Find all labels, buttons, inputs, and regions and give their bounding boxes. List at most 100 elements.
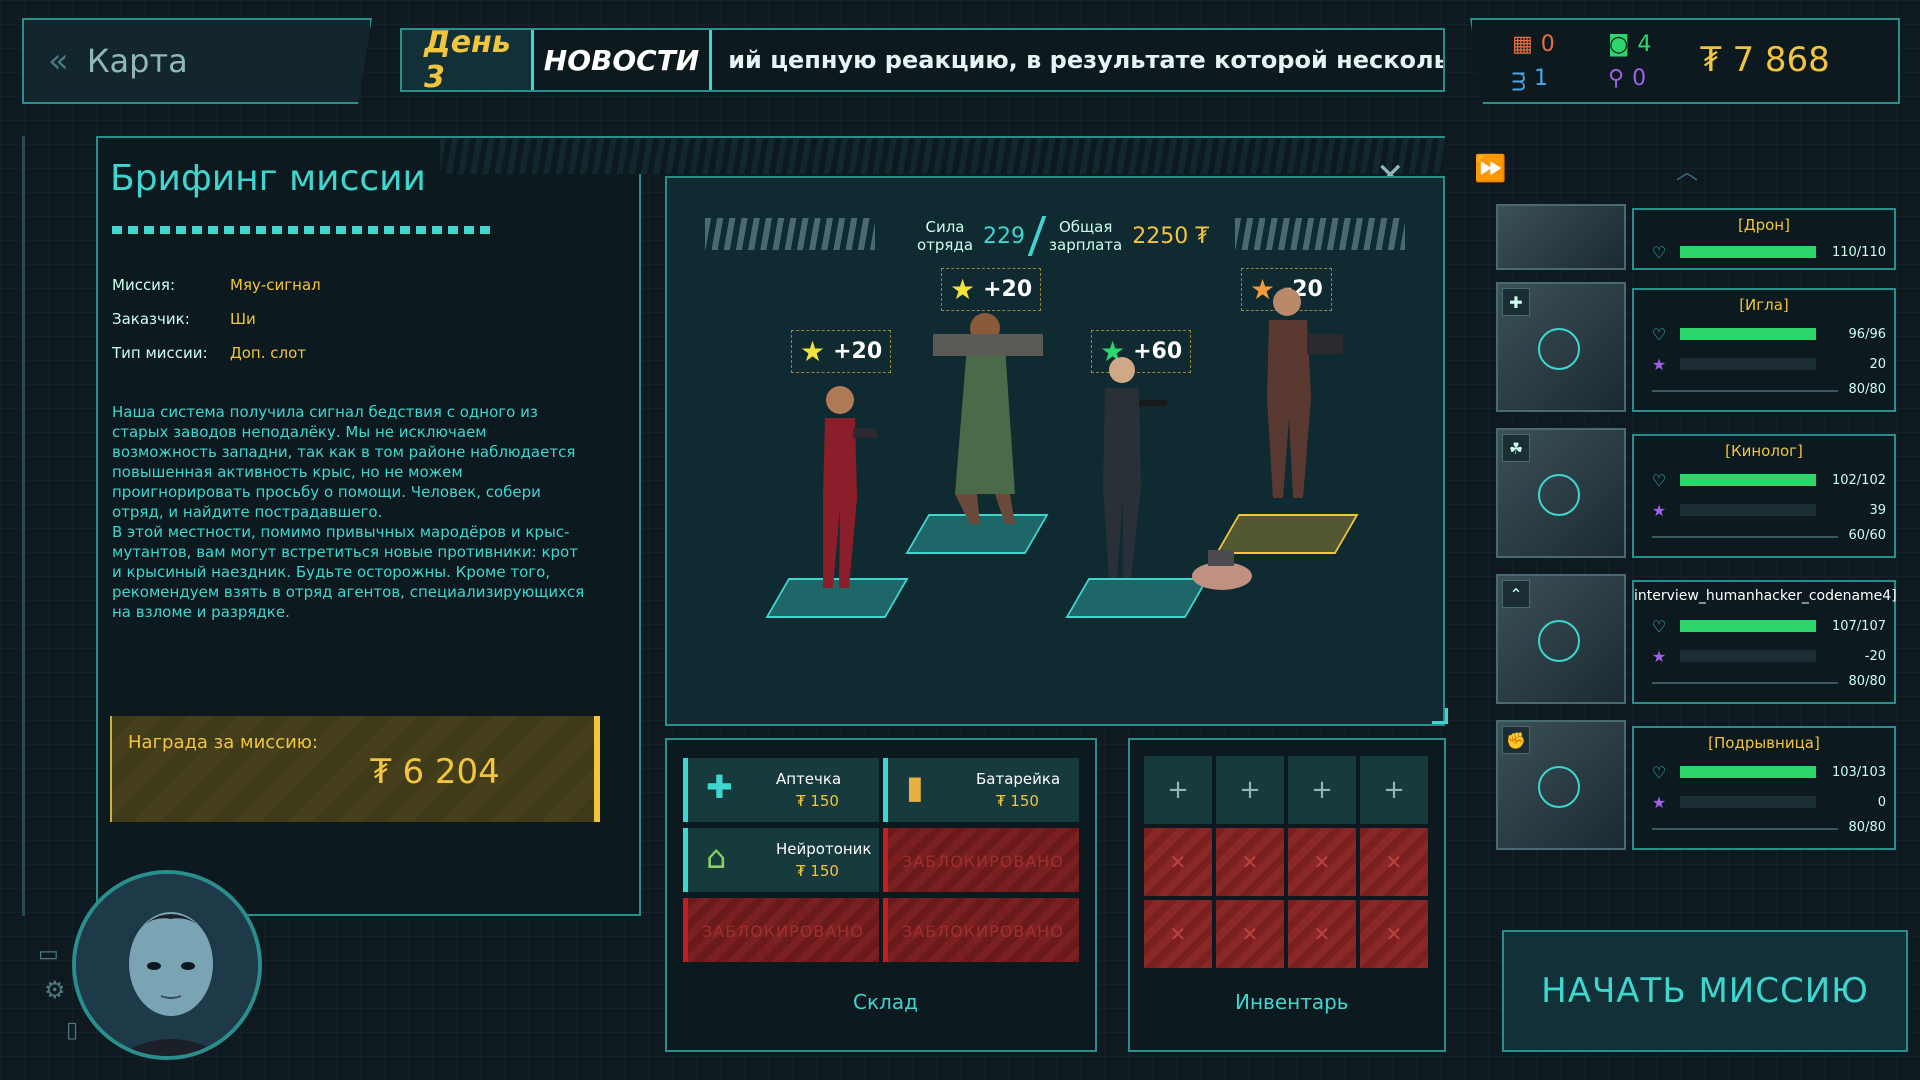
inventory-slot-blocked: ✕ xyxy=(1216,828,1284,896)
back-to-map-button[interactable]: « Карта xyxy=(22,18,372,104)
client-value: Ши xyxy=(230,310,256,328)
resource-1-value: 0 xyxy=(1540,32,1555,57)
agent-card-dog-handler[interactable]: ☘ [Кинолог] ♡ 102/102 ★ 39 60/60 xyxy=(1496,428,1896,562)
title-divider xyxy=(112,226,492,234)
inventory-slot-empty[interactable]: + xyxy=(1360,756,1428,824)
target-ring-icon xyxy=(1538,474,1580,516)
inventory-slot-empty[interactable]: + xyxy=(1216,756,1284,824)
settings-gear-icon[interactable]: ⚙ xyxy=(44,976,66,1004)
start-mission-button[interactable]: НАЧАТЬ МИССИЮ xyxy=(1502,930,1908,1052)
hp-bar xyxy=(1680,474,1816,486)
inventory-panel: + + + + ✕ ✕ ✕ ✕ ✕ ✕ ✕ ✕ Инвентарь xyxy=(1128,738,1446,1052)
chevron-up-class-icon: ⌃ xyxy=(1502,580,1530,608)
inventory-label: Инвентарь xyxy=(1235,990,1349,1014)
xp-bar xyxy=(1652,536,1838,538)
client-label: Заказчик: xyxy=(112,310,190,328)
fast-forward-icon[interactable]: ⏩ xyxy=(1474,154,1506,184)
inventory-slot-blocked: ✕ xyxy=(1144,828,1212,896)
agent-name: interview_humanhacker_codename4] xyxy=(1634,588,1897,604)
client-row: Заказчик: Ши xyxy=(112,310,256,328)
inventory-slot-empty[interactable]: + xyxy=(1288,756,1356,824)
target-ring-icon xyxy=(1538,620,1580,662)
advisor-portrait-icon xyxy=(76,874,258,1056)
briefing-title: Брифинг миссии xyxy=(110,158,426,199)
hp-bar xyxy=(1680,328,1816,340)
squad-member-4[interactable] xyxy=(1227,278,1357,518)
agent-portrait: ☘ xyxy=(1496,428,1626,558)
agent-name: [Кинолог] xyxy=(1725,442,1803,460)
heart-icon: ♡ xyxy=(1651,242,1667,262)
advisor-avatar xyxy=(72,870,262,1060)
divider xyxy=(1027,216,1047,256)
hp-row: ♡ 102/102 xyxy=(1648,470,1886,490)
mission-label: Миссия: xyxy=(112,276,176,294)
back-label: Карта xyxy=(86,42,188,80)
skill-value: 20 xyxy=(1869,356,1886,372)
inventory-slot-empty[interactable]: + xyxy=(1144,756,1212,824)
item-name: Нейротоник xyxy=(776,840,872,858)
runner-icon: ⚲ xyxy=(1608,66,1625,91)
chip-icon: ▦ xyxy=(1512,32,1533,57)
bolt-icon: ᴟ xyxy=(1512,66,1527,91)
agent-card-drone[interactable]: [Дрон] ♡ 110/110 xyxy=(1496,204,1896,274)
xp-value: 80/80 xyxy=(1848,382,1886,397)
item-price: ₮ 150 xyxy=(796,862,839,880)
paw-class-icon: ☘ xyxy=(1502,434,1530,462)
hp-bar xyxy=(1680,620,1816,632)
hp-value: 96/96 xyxy=(1848,326,1886,342)
skill-bar xyxy=(1680,358,1816,370)
chat-icon[interactable]: ▭ xyxy=(38,942,59,967)
resources-panel: ▦ 0 ◙ 4 ᴟ 1 ⚲ 0 ₮ 7 868 xyxy=(1470,18,1900,104)
double-chevron-left-icon: « xyxy=(48,41,69,81)
corner-decor xyxy=(1432,708,1448,724)
salary-value: 2250 ₮ xyxy=(1132,223,1210,249)
bonus-badge-1: ★ +20 xyxy=(791,330,892,373)
inventory-slot-blocked: ✕ xyxy=(1288,900,1356,968)
reward-box: Награда за миссию: ₮ 6 204 xyxy=(110,716,600,822)
inventory-slot-blocked: ✕ xyxy=(1216,900,1284,968)
squad-member-3[interactable] xyxy=(1067,348,1177,588)
storage-label: Склад xyxy=(853,990,918,1014)
hp-value: 102/102 xyxy=(1831,472,1886,488)
storage-slot-locked: ЗАБЛОКИРОВАНО xyxy=(883,898,1079,962)
xp-bar xyxy=(1652,828,1838,830)
resource-2: ◙ 4 xyxy=(1608,32,1651,57)
star-icon: ★ xyxy=(1651,500,1667,520)
star-icon: ★ xyxy=(1651,792,1667,812)
hp-row: ♡ 110/110 xyxy=(1648,242,1886,262)
hp-bar xyxy=(1680,246,1816,258)
mission-type-label: Тип миссии: xyxy=(112,344,208,362)
mission-description-1: Наша система получила сигнал бедствия с … xyxy=(112,403,576,521)
resource-4: ⚲ 0 xyxy=(1608,66,1646,91)
money-counter: ₮ 7 868 xyxy=(1700,40,1830,80)
storage-item-medkit[interactable]: ✚ Аптечка ₮ 150 xyxy=(683,758,879,822)
skill-value: 39 xyxy=(1869,502,1886,518)
squad-member-2[interactable] xyxy=(915,294,1055,534)
robot-pig-companion xyxy=(1192,550,1252,590)
skill-row: ★ 20 xyxy=(1648,354,1886,374)
storage-slot-locked: ЗАБЛОКИРОВАНО xyxy=(883,828,1079,892)
squad-power-label: Сила отряда xyxy=(917,218,974,254)
mission-row: Миссия: Мяу-сигнал xyxy=(112,276,321,294)
skill-row: ★ 0 xyxy=(1648,792,1886,812)
reward-label: Награда за миссию: xyxy=(128,732,318,753)
agent-card-needle[interactable]: ✚ [Игла] ♡ 96/96 ★ 20 80/80 xyxy=(1496,282,1896,416)
storage-item-neurotonic[interactable]: ⌂ Нейротоник ₮ 150 xyxy=(683,828,879,892)
stripe-decor xyxy=(705,218,875,250)
agent-card-hacker[interactable]: ⌃ interview_humanhacker_codename4] ♡ 107… xyxy=(1496,574,1897,708)
item-price: ₮ 150 xyxy=(996,792,1039,810)
hp-value: 103/103 xyxy=(1831,764,1886,780)
star-icon: ★ xyxy=(800,335,826,368)
heart-icon: ♡ xyxy=(1651,762,1667,782)
news-bar: День 3 НОВОСТИ ий цепную реакцию, в резу… xyxy=(400,28,1445,92)
storage-item-battery[interactable]: ▮ Батарейка ₮ 150 xyxy=(883,758,1079,822)
drone-portrait xyxy=(1496,204,1626,270)
scroll-up-icon[interactable]: ︿ xyxy=(1676,154,1698,186)
day-counter: День 3 xyxy=(402,30,534,90)
squad-member-1[interactable] xyxy=(795,378,885,598)
book-icon[interactable]: ▯ xyxy=(66,1018,78,1043)
xp-value: 60/60 xyxy=(1848,528,1886,543)
agent-card-bomber[interactable]: ✊ [Подрывница] ♡ 103/103 ★ 0 80/80 xyxy=(1496,720,1896,854)
item-price: ₮ 150 xyxy=(796,792,839,810)
medkit-icon: ✚ xyxy=(706,768,733,806)
